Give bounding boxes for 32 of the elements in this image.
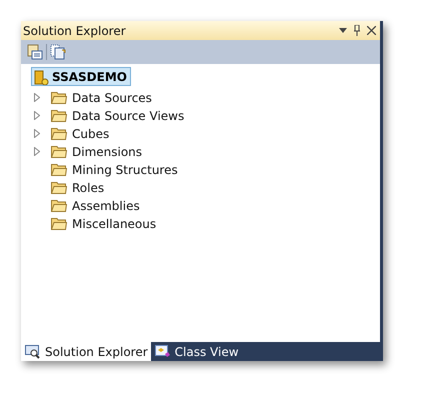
tree-item[interactable]: Miscellaneous bbox=[72, 216, 156, 230]
expand-icon[interactable] bbox=[34, 111, 40, 120]
tree-item[interactable]: SSASDEMO bbox=[31, 67, 131, 86]
documents-icon[interactable] bbox=[50, 44, 66, 60]
folder-icon bbox=[51, 199, 67, 212]
database-icon bbox=[33, 68, 49, 84]
tree-item[interactable]: Assemblies bbox=[72, 198, 140, 212]
tree-item[interactable]: Cubes bbox=[72, 126, 110, 140]
folder-icon bbox=[51, 217, 67, 230]
close-icon[interactable] bbox=[367, 26, 376, 35]
folder-icon bbox=[51, 109, 67, 122]
folder-icon bbox=[51, 145, 67, 158]
pin-icon[interactable] bbox=[353, 25, 361, 36]
expand-icon[interactable] bbox=[34, 147, 40, 156]
tab[interactable]: Solution Explorer bbox=[21, 342, 151, 361]
folder-icon bbox=[51, 163, 67, 176]
expand-icon[interactable] bbox=[34, 93, 40, 102]
expand-icon[interactable] bbox=[34, 129, 40, 138]
tab[interactable]: Class View bbox=[150, 342, 242, 361]
magnifier-window-icon bbox=[25, 344, 41, 358]
folder-icon bbox=[51, 127, 67, 140]
tree-item[interactable]: Roles bbox=[72, 180, 104, 194]
tree-item[interactable]: Data Source Views bbox=[72, 108, 184, 122]
properties-icon[interactable] bbox=[27, 44, 43, 60]
tree-item[interactable]: Data Sources bbox=[72, 90, 152, 104]
dropdown-icon[interactable] bbox=[339, 28, 347, 33]
classes-icon bbox=[154, 344, 171, 358]
window-title: Solution Explorer bbox=[23, 24, 126, 38]
tree-item[interactable]: Dimensions bbox=[72, 144, 142, 158]
folder-icon bbox=[51, 91, 67, 104]
folder-icon bbox=[51, 181, 67, 194]
tree-item[interactable]: Mining Structures bbox=[72, 162, 178, 176]
